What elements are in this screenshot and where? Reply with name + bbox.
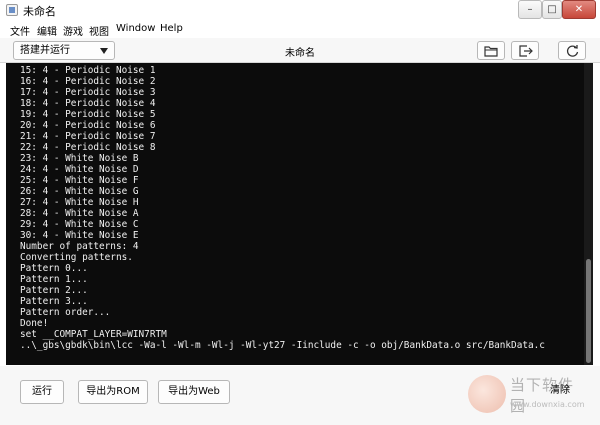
console-line: 23: 4 - White Noise B (20, 153, 139, 164)
console-line: 29: 4 - White Noise C (20, 219, 139, 230)
console-line: 24: 4 - White Noise D (20, 164, 139, 175)
console-line: Pattern 0... (20, 263, 88, 274)
console-line: Pattern order... (20, 307, 111, 318)
console-line: 22: 4 - Periodic Noise 8 (20, 142, 156, 153)
console-line: set __COMPAT_LAYER=WIN7RTM (20, 329, 167, 340)
console-line: Pattern 1... (20, 274, 88, 285)
console-line: 28: 4 - White Noise A (20, 208, 139, 219)
export-button[interactable] (511, 41, 539, 60)
console-line: Pattern 3... (20, 296, 88, 307)
console-line: Converting patterns. (20, 252, 133, 263)
export-icon (519, 45, 533, 57)
menu-window[interactable]: Window (116, 23, 155, 34)
build-log-console[interactable]: 15: 4 - Periodic Noise 1 16: 4 - Periodic… (6, 63, 593, 365)
minimize-button[interactable]: – (518, 0, 542, 19)
menu-help[interactable]: Help (160, 23, 183, 34)
console-line: Number of patterns: 4 (20, 241, 139, 252)
menu-file[interactable]: 文件 (10, 23, 30, 38)
menu-game[interactable]: 游戏 (63, 23, 83, 38)
console-line: 15: 4 - Periodic Noise 1 (20, 65, 156, 76)
title-bar: 未命名 – □ ✕ (0, 0, 600, 20)
app-icon (6, 4, 18, 16)
menu-edit[interactable]: 编辑 (37, 23, 57, 38)
console-line: 30: 4 - White Noise E (20, 230, 139, 241)
console-line: Pattern 2... (20, 285, 88, 296)
close-button[interactable]: ✕ (562, 0, 596, 19)
export-rom-button[interactable]: 导出为ROM (78, 380, 148, 404)
console-line: 18: 4 - Periodic Noise 4 (20, 98, 156, 109)
console-line: 20: 4 - Periodic Noise 6 (20, 120, 156, 131)
console-line: 26: 4 - White Noise G (20, 186, 139, 197)
clear-button[interactable]: 清除 (540, 380, 580, 404)
project-name: 未命名 (285, 48, 315, 59)
refresh-icon (566, 45, 579, 57)
export-web-button[interactable]: 导出为Web (158, 380, 230, 404)
folder-icon (484, 46, 498, 57)
console-line: 25: 4 - White Noise F (20, 175, 139, 186)
console-line: 17: 4 - Periodic Noise 3 (20, 87, 156, 98)
console-line: 27: 4 - White Noise H (20, 197, 139, 208)
open-folder-button[interactable] (477, 41, 505, 60)
window-title: 未命名 (23, 5, 56, 18)
console-lines: 15: 4 - Periodic Noise 1 16: 4 - Periodic… (20, 65, 545, 351)
console-scrollbar[interactable] (584, 63, 593, 365)
menu-view[interactable]: 视图 (89, 23, 109, 38)
scrollbar-thumb[interactable] (586, 259, 591, 363)
console-line: ..\_gbs\gbdk\bin\lcc -Wa-l -Wl-m -Wl-j -… (20, 340, 545, 351)
run-button[interactable]: 运行 (20, 380, 64, 404)
watermark-logo-icon (468, 375, 506, 413)
maximize-button[interactable]: □ (542, 0, 562, 19)
refresh-button[interactable] (558, 41, 586, 60)
menu-bar: 文件 编辑 游戏 视图 Window Help (0, 20, 600, 38)
console-line: Done! (20, 318, 49, 329)
console-line: 16: 4 - Periodic Noise 2 (20, 76, 156, 87)
console-line: 21: 4 - Periodic Noise 7 (20, 131, 156, 142)
console-line: 19: 4 - Periodic Noise 5 (20, 109, 156, 120)
